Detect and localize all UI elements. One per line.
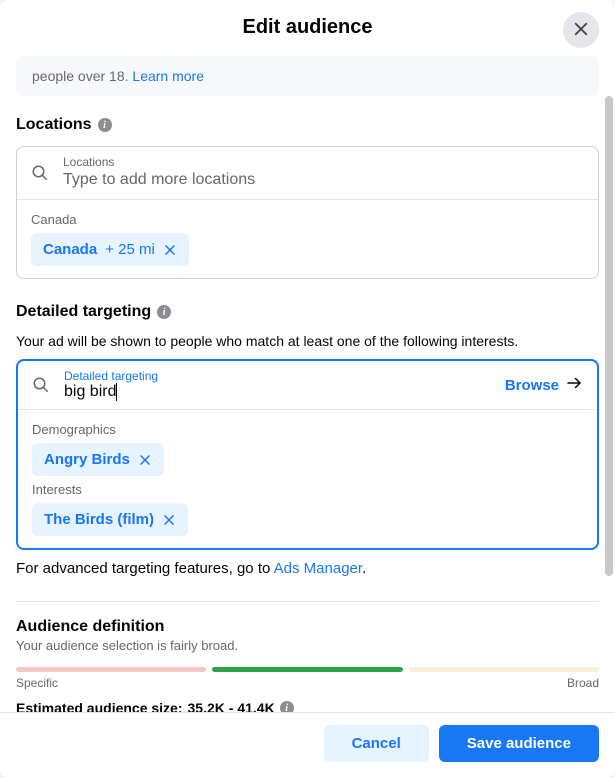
chip-remove-icon[interactable] (162, 513, 176, 527)
close-button[interactable] (563, 12, 599, 48)
est-label: Estimated audience size: (16, 700, 183, 712)
search-icon (32, 376, 50, 394)
locations-box: Locations Canada Canada + 25 mi (16, 146, 599, 279)
chip-suffix: + 25 mi (105, 241, 155, 258)
detailed-field-label: Detailed targeting (64, 369, 491, 383)
detailed-input-wrap: Detailed targeting big bird (64, 369, 491, 401)
broad-label: Broad (567, 676, 599, 690)
detailed-label-text: Detailed targeting (16, 303, 151, 321)
chip-remove-icon[interactable] (163, 243, 177, 257)
save-audience-button[interactable]: Save audience (439, 725, 599, 762)
arrow-right-icon (565, 374, 583, 396)
close-icon (572, 20, 590, 41)
advanced-text: For advanced targeting features, go to A… (16, 560, 599, 577)
chip-remove-icon[interactable] (138, 453, 152, 467)
audience-title: Audience definition (16, 618, 599, 636)
text-cursor (116, 383, 117, 401)
targeting-chip[interactable]: Angry Birds (32, 443, 164, 476)
gauge-specific (16, 667, 206, 672)
chip-group-label: Canada (31, 212, 584, 227)
advanced-suffix: . (362, 560, 366, 577)
ads-manager-link[interactable]: Ads Manager (274, 560, 362, 577)
detailed-section: Detailed targeting i Your ad will be sho… (16, 303, 599, 577)
chip-group-label: Interests (32, 482, 583, 497)
locations-label-text: Locations (16, 116, 92, 134)
audience-subtitle: Your audience selection is fairly broad. (16, 638, 599, 653)
chip-label: Angry Birds (44, 451, 130, 468)
locations-field-label: Locations (63, 155, 584, 169)
edit-audience-modal: Edit audience people over 18. Learn more… (0, 0, 615, 778)
info-icon[interactable]: i (280, 701, 294, 712)
locations-input[interactable] (63, 169, 584, 191)
location-chip[interactable]: Canada + 25 mi (31, 233, 189, 266)
advanced-prefix: For advanced targeting features, go to (16, 560, 274, 577)
search-icon (31, 164, 49, 182)
targeting-chip[interactable]: The Birds (film) (32, 503, 188, 536)
detailed-sublabel: Your ad will be shown to people who matc… (16, 333, 599, 349)
detailed-chips: Demographics Angry Birds Interests The B… (18, 409, 597, 548)
chip-label: The Birds (film) (44, 511, 154, 528)
banner-text: people over 18. (32, 68, 132, 84)
scrollbar[interactable] (605, 96, 613, 576)
browse-text: Browse (505, 377, 559, 394)
gauge-mid (212, 667, 402, 672)
locations-chips: Canada Canada + 25 mi (17, 199, 598, 278)
locations-label: Locations i (16, 116, 599, 134)
modal-footer: Cancel Save audience (0, 712, 615, 778)
chip-group-label: Demographics (32, 422, 583, 437)
gauge-labels: Specific Broad (16, 676, 599, 690)
detailed-label: Detailed targeting i (16, 303, 599, 321)
gauge-broad (409, 667, 599, 672)
info-icon[interactable]: i (98, 118, 112, 132)
modal-header: Edit audience (0, 0, 615, 56)
detailed-input[interactable]: big bird (64, 383, 116, 401)
modal-title: Edit audience (242, 16, 372, 39)
learn-more-link[interactable]: Learn more (132, 68, 204, 84)
info-banner: people over 18. Learn more (16, 56, 599, 96)
audience-gauge (16, 667, 599, 672)
detailed-box: Detailed targeting big bird Browse (16, 359, 599, 550)
modal-content: people over 18. Learn more Locations i L… (0, 56, 615, 712)
est-value: 35.2K - 41.4K (188, 700, 275, 712)
estimated-size: Estimated audience size: 35.2K - 41.4K i (16, 700, 599, 712)
locations-search-row: Locations (17, 147, 598, 199)
info-icon[interactable]: i (157, 305, 171, 319)
cancel-button[interactable]: Cancel (324, 725, 429, 762)
browse-link[interactable]: Browse (505, 374, 583, 396)
locations-input-wrap: Locations (63, 155, 584, 191)
chip-label: Canada (43, 241, 97, 258)
audience-definition: Audience definition Your audience select… (16, 601, 599, 712)
detailed-search-row: Detailed targeting big bird Browse (18, 361, 597, 409)
specific-label: Specific (16, 676, 58, 690)
